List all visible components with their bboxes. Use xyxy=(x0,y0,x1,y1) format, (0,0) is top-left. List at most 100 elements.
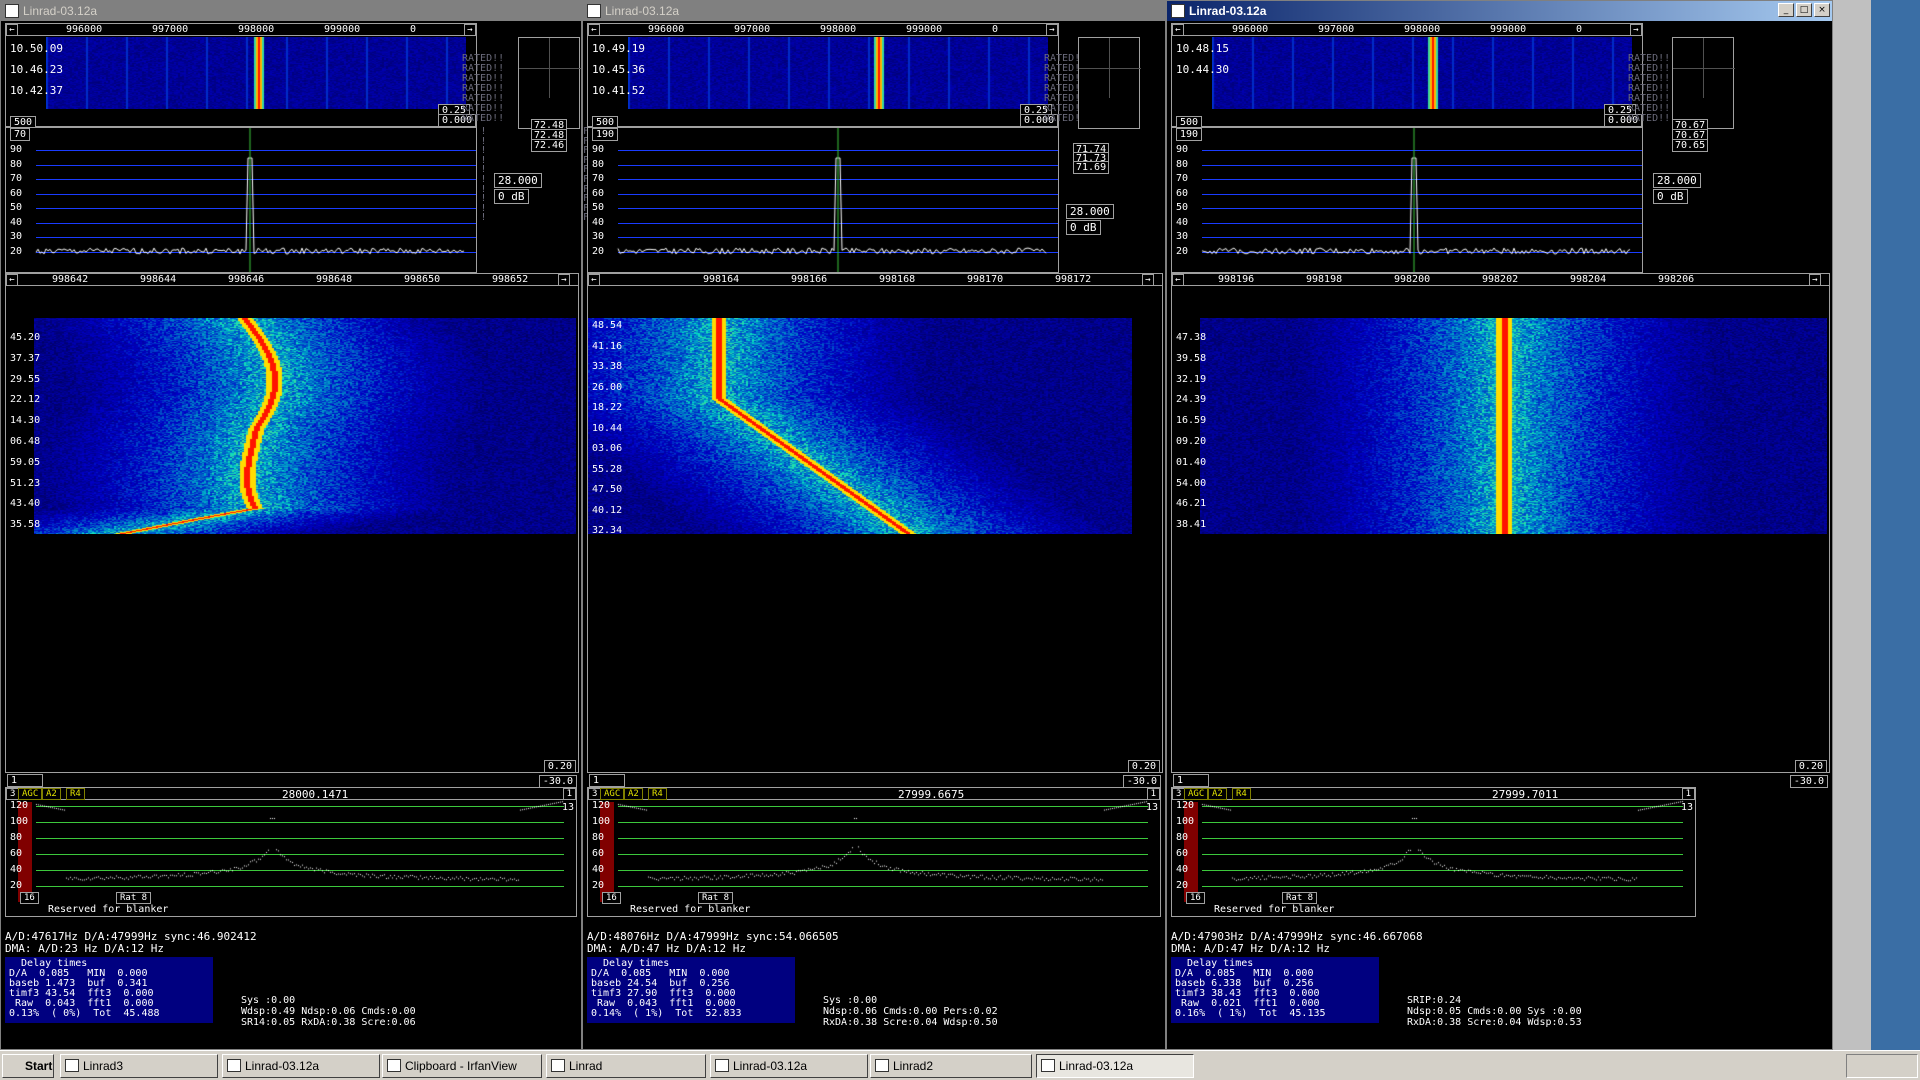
scroll-right-button[interactable]: → xyxy=(1142,274,1154,286)
status-line-2: DMA: A/D:23 Hz D/A:12 Hz xyxy=(5,942,164,955)
taskbar-button[interactable]: Linrad-03.12a xyxy=(710,1054,868,1078)
channel-box[interactable]: 1 xyxy=(1173,774,1209,787)
taskbar-label: Linrad xyxy=(569,1059,603,1073)
scroll-left-button[interactable]: ← xyxy=(1172,24,1184,36)
wide-waterfall xyxy=(1212,37,1632,109)
frequency-tick-label: 998164 xyxy=(703,274,740,285)
scroll-left-button[interactable]: ← xyxy=(588,274,600,286)
db-value-box[interactable]: 0 dB xyxy=(1066,220,1101,235)
graphics-canvas xyxy=(1172,128,1642,272)
frequency-tick-label: 996000 xyxy=(66,24,103,35)
bsd-gain-box[interactable]: 0.20 xyxy=(543,760,576,773)
maximize-button[interactable]: □ xyxy=(1796,3,1812,17)
waterfall-time-label: 40.12 xyxy=(592,504,623,516)
timing-stat: RxDA:0.38 Scre:0.04 Wdsp:0.50 xyxy=(823,1017,998,1028)
waterfall-time-label: 10.46.23 xyxy=(10,63,63,76)
gain-value-box[interactable]: 28.000 xyxy=(1066,204,1114,219)
window-titlebar[interactable]: Linrad-03.12a xyxy=(583,1,1165,21)
frequency-tick-label: 998650 xyxy=(404,274,441,285)
timing-stat: Sys :0.00 xyxy=(823,995,878,1006)
timing-stat: Ndsp:0.06 Cmds:0.00 Pers:0.02 xyxy=(823,1006,998,1017)
waterfall-time-label: 10.45.36 xyxy=(592,63,645,76)
frequency-tick-label: 997000 xyxy=(152,24,189,35)
waterfall-time-label: 29.55 xyxy=(10,373,41,385)
window-icon xyxy=(65,1059,79,1072)
taskbar-button[interactable]: Linrad-03.12a xyxy=(222,1054,380,1078)
scroll-left-button[interactable]: ← xyxy=(1172,274,1184,286)
scroll-left-button[interactable]: ← xyxy=(588,24,600,36)
wide-waterfall xyxy=(46,37,466,109)
baseband-spectrum-panel[interactable]: 3AGCA2R427999.66751131201008060402016Rat… xyxy=(587,787,1162,918)
baseband-frequency-scale: 998196 998198 998200 998202 998204 998206 ← → xyxy=(1172,274,1829,286)
bsd-gain-box[interactable]: 0.20 xyxy=(1794,760,1827,773)
gain-value-box[interactable]: 28.000 xyxy=(494,173,542,188)
linrad-window: Linrad-03.12a _ □ × 996000 997000 998000 999000… xyxy=(1166,0,1833,1050)
meter-reading: 72.46 xyxy=(531,139,568,152)
baseband-spectrum-panel[interactable]: 3AGCA2R428000.14711131201008060402016Rat… xyxy=(5,787,578,918)
timing-stat: SR14:0.05 RxDA:0.38 Scre:0.06 xyxy=(241,1017,416,1028)
waterfall-time-label: 43.40 xyxy=(10,498,41,510)
taskbar: Start Linrad3 Linrad-03.12a Clipboard - Ir… xyxy=(0,1050,1920,1080)
waterfall-time-label: 51.23 xyxy=(10,477,41,489)
baseband-waterfall-panel[interactable]: 998642 998644 998646 998648 998650 998652 ← → 45… xyxy=(5,273,579,773)
channel-box[interactable]: 1 xyxy=(589,774,625,787)
waterfall-time-label: 10.42.37 xyxy=(10,84,63,97)
taskbar-button[interactable]: Linrad xyxy=(546,1054,706,1078)
waterfall-time-label: 10.50.09 xyxy=(10,42,63,55)
meter-crosshair xyxy=(1673,68,1735,69)
wide-waterfall-panel[interactable]: 996000 997000 998000 999000 0 ← → 10.50.09 10.46… xyxy=(5,23,477,129)
scroll-right-button[interactable]: → xyxy=(1046,24,1058,36)
waterfall-time-label: 55.28 xyxy=(592,463,623,475)
taskbar-label: Linrad3 xyxy=(83,1059,124,1073)
waterfall-time-label: 14.30 xyxy=(10,415,41,427)
scroll-left-button[interactable]: ← xyxy=(6,274,18,286)
baseband-spectrum-panel[interactable]: 3AGCA2R427999.70111131201008060402016Rat… xyxy=(1171,787,1697,918)
gain-value-box[interactable]: 28.000 xyxy=(1653,173,1701,188)
taskbar-button[interactable]: Linrad-03.12a xyxy=(1036,1054,1194,1078)
waterfall-time-label: 09.20 xyxy=(1176,436,1207,447)
waterfall-time-label: 41.16 xyxy=(592,340,623,352)
wide-waterfall-panel[interactable]: 996000 997000 998000 999000 0 ← → 10.48.15 10.44… xyxy=(1171,23,1643,129)
wide-spectrum-panel[interactable]: 1909080706050403020 xyxy=(587,127,1059,273)
bsd-gain-box[interactable]: 0.20 xyxy=(1127,760,1160,773)
scroll-right-button[interactable]: → xyxy=(1809,274,1821,286)
frequency-tick-label: 996000 xyxy=(1232,24,1269,35)
graphics-canvas xyxy=(6,788,578,918)
frequency-tick-label: 998000 xyxy=(1404,24,1441,35)
timing-stat: Sys :0.00 xyxy=(241,995,296,1006)
app-icon xyxy=(1171,4,1185,18)
taskbar-button[interactable]: Clipboard - IrfanView xyxy=(382,1054,542,1078)
start-button[interactable]: Start xyxy=(2,1054,54,1078)
baseband-waterfall-panel[interactable]: 998196 998198 998200 998202 998204 998206 ← → 47… xyxy=(1171,273,1830,773)
frequency-tick-label: 998652 xyxy=(492,274,529,285)
waterfall-time-label: 10.49.19 xyxy=(592,42,645,55)
waterfall-time-label: 45.20 xyxy=(10,332,41,343)
timing-stat: Ndsp:0.05 Cmds:0.00 Sys :0.00 xyxy=(1407,1006,1582,1017)
delay-times-panel: Delay times D/A 0.085 MIN 0.000 baseb 6.… xyxy=(1171,957,1379,1023)
wide-spectrum-panel[interactable]: 1909080706050403020 xyxy=(1171,127,1643,273)
scroll-right-button[interactable]: → xyxy=(1630,24,1642,36)
channel-box[interactable]: 1 xyxy=(7,774,43,787)
minimize-button[interactable]: _ xyxy=(1778,3,1794,17)
window-titlebar[interactable]: Linrad-03.12a _ □ × xyxy=(1167,1,1832,21)
wide-waterfall-panel[interactable]: 996000 997000 998000 999000 0 ← → 10.49.19 10.45… xyxy=(587,23,1059,129)
scroll-right-button[interactable]: → xyxy=(558,274,570,286)
taskbar-button[interactable]: Linrad2 xyxy=(870,1054,1032,1078)
window-icon xyxy=(551,1059,565,1072)
taskbar-button[interactable]: Linrad3 xyxy=(60,1054,218,1078)
bsd-floor-box[interactable]: -30.0 xyxy=(1789,775,1828,788)
scroll-left-button[interactable]: ← xyxy=(6,24,18,36)
baseband-waterfall-panel[interactable]: 998164 998166 998168 998170 998172 ← → 48.54 41.… xyxy=(587,273,1163,773)
close-button[interactable]: × xyxy=(1814,3,1830,17)
window-titlebar[interactable]: Linrad-03.12a xyxy=(1,1,581,21)
waterfall-time-label: 01.40 xyxy=(1176,456,1207,468)
frequency-tick-label: 998206 xyxy=(1658,274,1695,285)
frequency-tick-label: 998000 xyxy=(820,24,857,35)
window-icon xyxy=(1041,1059,1055,1072)
wide-spectrum-panel[interactable]: 709080706050403020 xyxy=(5,127,477,273)
db-value-box[interactable]: 0 dB xyxy=(494,189,529,204)
scroll-right-button[interactable]: → xyxy=(464,24,476,36)
frequency-tick-label: 999000 xyxy=(906,24,943,35)
db-value-box[interactable]: 0 dB xyxy=(1653,189,1688,204)
waterfall-time-label: 18.22 xyxy=(592,402,623,413)
